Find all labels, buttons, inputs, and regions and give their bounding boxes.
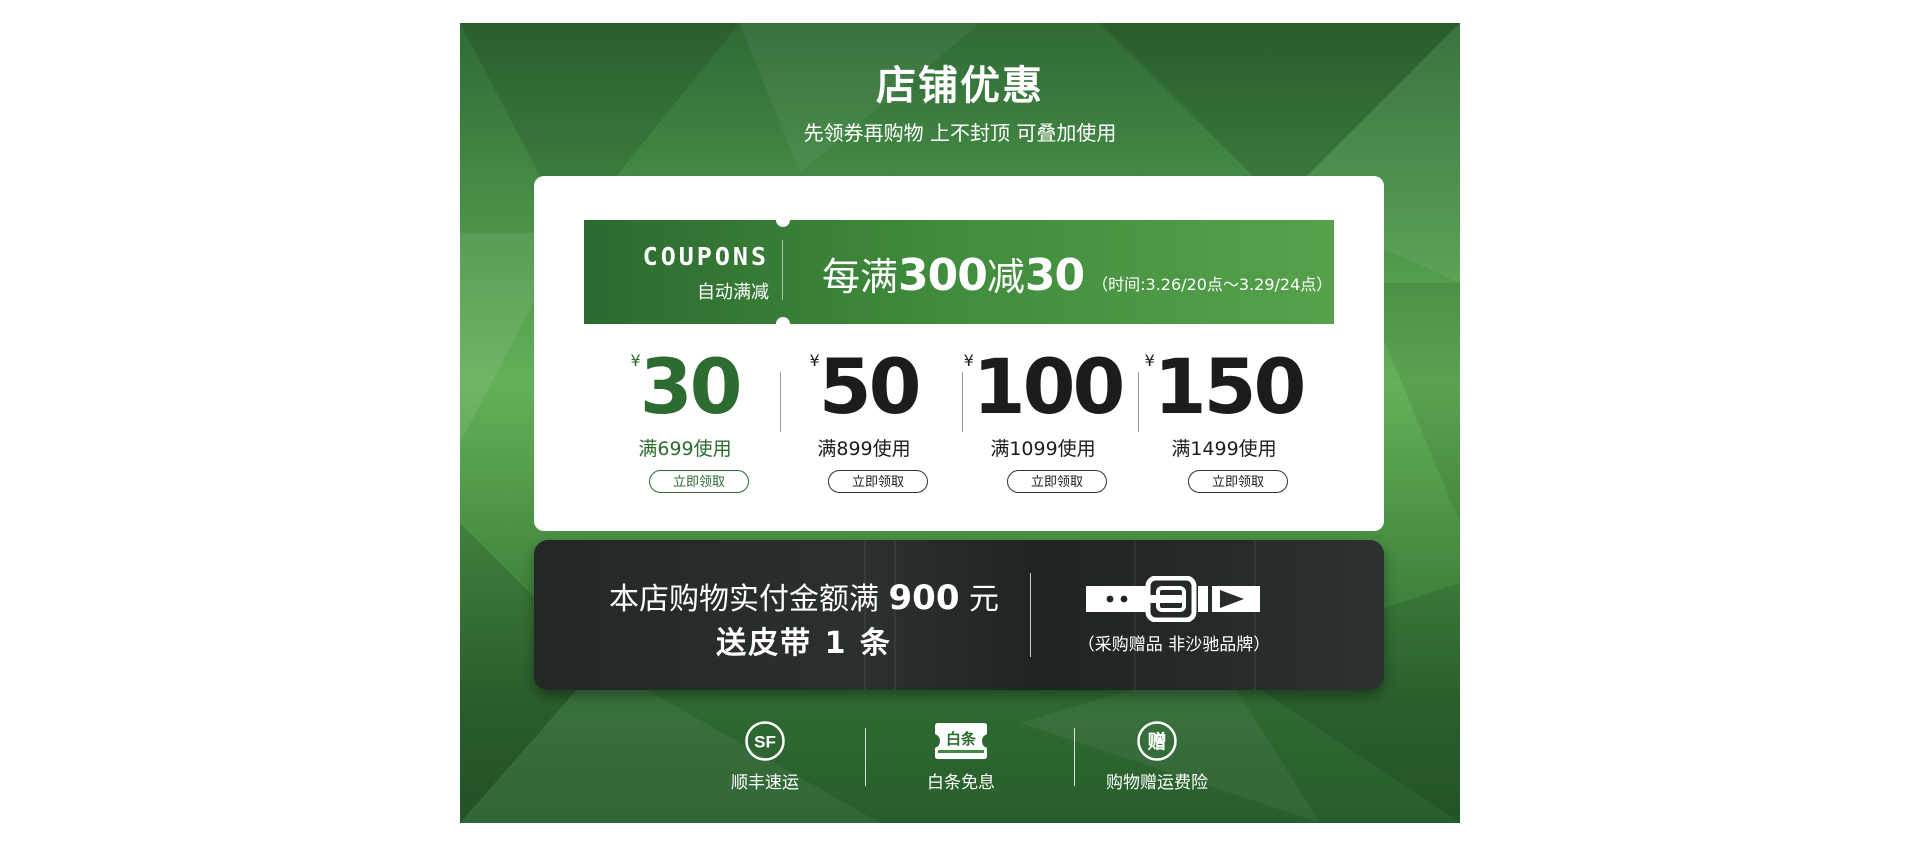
coupons-brand-sub: 自动满减: [697, 282, 769, 303]
ticket-notch: [776, 213, 790, 227]
coupon-value: 30: [639, 342, 743, 431]
coupon-card: COUPONS 自动满减 每满300减30 （时间:3.26/20点～3.29/2…: [534, 176, 1384, 531]
discount-rule: 每满300减30 （时间:3.26/20点～3.29/24点）: [822, 246, 1332, 301]
currency-symbol: ¥: [630, 351, 641, 370]
claim-button[interactable]: 立即领取: [1007, 470, 1107, 493]
gift-icon-text: 赠: [1147, 730, 1166, 753]
gift-promo-panel: 本店购物实付金额满 900 元 送皮带 1 条 （采购赠品 非沙驰品牌）: [534, 540, 1384, 690]
rule-time: （时间:3.26/20点～3.29/24点）: [1092, 275, 1333, 294]
coupon-condition: 满899使用: [817, 438, 911, 460]
rule-discount: 30: [1024, 250, 1085, 301]
gift-line2-suffix: 条: [859, 626, 892, 661]
gift-line2-prefix: 送皮带: [716, 626, 813, 661]
coupon-amount: ¥30: [595, 346, 775, 428]
rule-prefix: 每满: [822, 255, 899, 299]
currency-symbol: ¥: [963, 351, 974, 370]
currency-symbol: ¥: [1144, 351, 1155, 370]
page-subtitle: 先领券再购物 上不封顶 可叠加使用: [803, 121, 1117, 145]
coupon-tier: ¥50 满899使用 立即领取: [774, 346, 954, 496]
gift-divider: [1030, 573, 1031, 657]
gift-line1-prefix: 本店购物实付金额满: [608, 582, 879, 617]
gift-line1-suffix: 元: [969, 582, 1000, 617]
belt-icon: [1086, 576, 1260, 622]
coupon-amount: ¥50: [774, 346, 954, 428]
sf-express-icon: SF: [745, 721, 785, 761]
coupon-tiers: ¥30 满699使用 立即领取 ¥50 满899使用 立即领取 ¥100 满10…: [584, 346, 1334, 496]
claim-button[interactable]: 立即领取: [1188, 470, 1288, 493]
baitiao-icon-text: 白条: [946, 730, 977, 748]
promo-poster: 店铺优惠 先领券再购物 上不封顶 可叠加使用 COUPONS 自动满减 每满30…: [460, 23, 1460, 823]
service-divider: [1074, 728, 1075, 786]
claim-button[interactable]: 立即领取: [649, 470, 749, 493]
banner-divider: [782, 240, 783, 300]
coupon-tier: ¥100 满1099使用 立即领取: [953, 346, 1133, 496]
coupon-tier: ¥30 满699使用 立即领取: [595, 346, 775, 496]
service-label: 白条免息: [927, 773, 995, 793]
coupon-condition: 满1499使用: [1171, 438, 1277, 460]
gift-reward: 送皮带 1 条: [594, 618, 1014, 662]
coupon-value: 150: [1153, 342, 1307, 431]
service-gift-insurance: 赠 购物赠运费险: [1082, 720, 1232, 793]
service-label: 顺丰速运: [731, 773, 799, 793]
coupon-value: 100: [972, 342, 1126, 431]
service-label: 购物赠运费险: [1106, 773, 1208, 793]
currency-symbol: ¥: [809, 351, 820, 370]
page-title: 店铺优惠: [876, 63, 1044, 109]
coupon-tier: ¥150 满1499使用 立即领取: [1134, 346, 1314, 496]
gift-condition: 本店购物实付金额满 900 元: [594, 574, 1014, 618]
gift-threshold: 900: [888, 578, 960, 618]
service-sf-express: SF 顺丰速运: [690, 720, 840, 793]
coupons-brand-word: COUPONS: [642, 242, 769, 271]
claim-button[interactable]: 立即领取: [828, 470, 928, 493]
baitiao-icon: 白条: [935, 723, 987, 759]
coupon-amount: ¥150: [1134, 346, 1314, 428]
sf-express-icon-text: SF: [754, 733, 776, 752]
gift-count: 1: [824, 626, 848, 661]
service-strip: SF 顺丰速运 白条 白条免息 赠 购物赠运费险: [690, 720, 1230, 810]
gift-icon: 赠: [1137, 721, 1177, 761]
coupon-condition: 满699使用: [638, 438, 732, 460]
rule-mid: 减: [986, 255, 1025, 299]
gift-note: （采购赠品 非沙驰品牌）: [1077, 635, 1271, 655]
service-baitiao: 白条 白条免息: [886, 720, 1036, 793]
ticket-notch: [776, 317, 790, 331]
coupon-banner: COUPONS 自动满减 每满300减30 （时间:3.26/20点～3.29/2…: [584, 213, 1334, 331]
rule-threshold: 300: [898, 250, 988, 301]
service-divider: [865, 728, 866, 786]
coupon-value: 50: [818, 342, 922, 431]
coupon-amount: ¥100: [953, 346, 1133, 428]
coupon-condition: 满1099使用: [990, 438, 1096, 460]
